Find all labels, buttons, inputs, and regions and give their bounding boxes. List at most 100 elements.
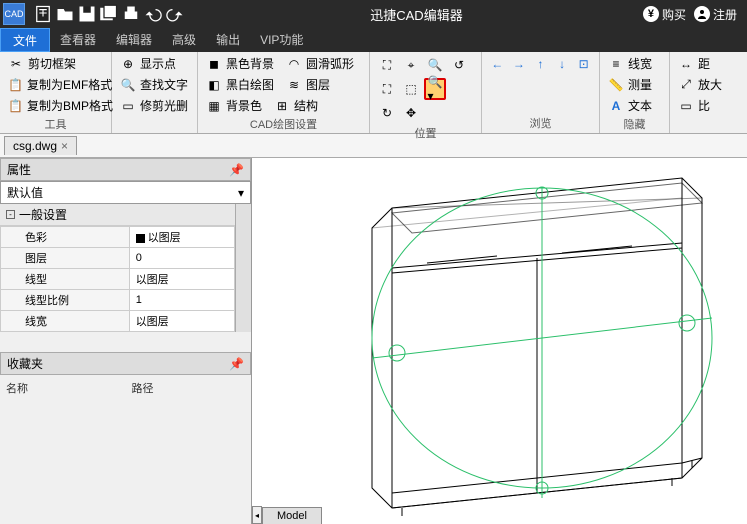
show-point-button[interactable]: ⊕显示点: [118, 54, 191, 73]
favorites-columns: 名称 路径: [0, 375, 251, 401]
col-name: 名称: [0, 378, 126, 398]
eraser-icon: ▭: [120, 98, 136, 114]
bgcolor-button[interactable]: ▦背景色: [204, 96, 264, 115]
nav-reset-icon[interactable]: ⊡: [574, 54, 593, 74]
struct-icon: ⊞: [274, 98, 290, 114]
menu-vip[interactable]: VIP功能: [250, 28, 313, 52]
tab-scroll-left[interactable]: ◂: [252, 506, 262, 524]
enlarge-icon: ⤢: [678, 77, 694, 93]
properties-table: 色彩以图层图层0线型以图层线型比例1线宽以图层: [0, 226, 235, 332]
menu-viewer[interactable]: 查看器: [50, 28, 106, 52]
drawing-canvas[interactable]: [252, 158, 747, 524]
nav-down-icon[interactable]: ↓: [553, 54, 572, 74]
redo-icon[interactable]: [165, 4, 185, 24]
zoom-extent-icon[interactable]: ⛶: [376, 54, 398, 76]
document-tabstrip: csg.dwg ×: [0, 134, 747, 158]
nav-up-icon[interactable]: ↑: [531, 54, 550, 74]
magnify-view-button[interactable]: 🔍▾: [424, 78, 446, 100]
pin-icon[interactable]: 📌: [229, 163, 244, 177]
bw-icon: ◧: [206, 77, 222, 93]
group-browse-label: 浏览: [488, 114, 593, 133]
copy-emf-button[interactable]: 📋复制为EMF格式: [6, 75, 105, 94]
document-tab[interactable]: csg.dwg ×: [4, 136, 77, 155]
scissors-icon: ✂: [8, 56, 24, 72]
scale-icon: ▭: [678, 98, 694, 114]
menu-file[interactable]: 文件: [0, 28, 50, 52]
layer-icon: ≋: [286, 77, 302, 93]
copy-bmp-button[interactable]: 📋复制为BMP格式: [6, 96, 105, 115]
blackbg-icon: ◼: [206, 56, 222, 72]
black-bg-button[interactable]: ◼黑色背景: [204, 54, 276, 73]
property-row[interactable]: 线型以图层: [1, 269, 235, 290]
app-icon: CAD: [3, 3, 25, 25]
struct-button[interactable]: ⊞结构: [272, 96, 320, 115]
scrollbar[interactable]: [235, 204, 251, 332]
general-settings-group[interactable]: - 一般设置: [0, 204, 235, 226]
group-cad-label: CAD绘图设置: [204, 115, 363, 134]
distance-icon: ↔: [678, 56, 694, 72]
trim-button[interactable]: ▭修剪光删: [118, 96, 191, 115]
bmp-icon: 📋: [8, 98, 23, 114]
emf-icon: 📋: [8, 77, 23, 93]
menu-editor[interactable]: 编辑器: [106, 28, 162, 52]
property-row[interactable]: 线宽以图层: [1, 311, 235, 332]
menu-output[interactable]: 输出: [206, 28, 250, 52]
rotate-icon[interactable]: ↻: [376, 102, 398, 124]
ribbon: ✂剪切框架 📋复制为EMF格式 📋复制为BMP格式 工具 ⊕显示点 🔍查找文字 …: [0, 52, 747, 134]
default-dropdown[interactable]: 默认值▾: [0, 181, 251, 204]
zoom-in-icon[interactable]: 🔍: [424, 54, 446, 76]
bw-draw-button[interactable]: ◧黑白绘图: [204, 75, 276, 94]
user-icon: [694, 6, 710, 22]
zoom-select-icon[interactable]: ⬚: [400, 78, 422, 100]
collapse-icon[interactable]: -: [6, 210, 15, 219]
close-tab-icon[interactable]: ×: [61, 139, 68, 153]
model-tab[interactable]: Model: [262, 507, 322, 524]
crop-frame-button[interactable]: ✂剪切框架: [6, 54, 105, 73]
buy-button[interactable]: ¥购买: [643, 6, 686, 23]
property-row[interactable]: 色彩以图层: [1, 227, 235, 248]
undo-icon[interactable]: [143, 4, 163, 24]
linewidth-button[interactable]: ≡线宽: [606, 54, 663, 73]
linewidth-icon: ≡: [608, 56, 624, 72]
distance-button[interactable]: ↔距: [676, 54, 741, 73]
text-icon: A: [608, 98, 624, 114]
property-row[interactable]: 图层0: [1, 248, 235, 269]
new-icon[interactable]: +: [33, 4, 53, 24]
chevron-down-icon: ▾: [238, 186, 244, 200]
pin-icon[interactable]: 📌: [229, 357, 244, 371]
open-icon[interactable]: [55, 4, 75, 24]
titlebar: CAD + 迅捷CAD编辑器 ¥购买 注册: [0, 0, 747, 28]
ruler-icon: 📏: [608, 77, 624, 93]
print-icon[interactable]: [121, 4, 141, 24]
document-name: csg.dwg: [13, 139, 57, 153]
scale-button[interactable]: ▭比: [676, 96, 741, 115]
register-button[interactable]: 注册: [694, 6, 737, 23]
menubar: 文件 查看器 编辑器 高级 输出 VIP功能: [0, 28, 747, 52]
col-path: 路径: [126, 378, 252, 398]
app-title: 迅捷CAD编辑器: [190, 5, 643, 24]
nav-left-icon[interactable]: ←: [488, 54, 507, 74]
arc-icon: ◠: [286, 56, 302, 72]
group-hide-label: 隐藏: [606, 115, 663, 134]
zoom-reset-icon[interactable]: ↺: [448, 54, 470, 76]
text-button[interactable]: A文本: [606, 96, 663, 115]
zoom-fit-icon[interactable]: ⛶: [376, 78, 398, 100]
layer-button[interactable]: ≋图层: [284, 75, 332, 94]
quick-access-toolbar: +: [28, 4, 190, 24]
enlarge-button[interactable]: ⤢放大: [676, 75, 741, 94]
left-panel: 属性 📌 默认值▾ - 一般设置 色彩以图层图层0线型以图层线型比例1线宽以图层…: [0, 158, 252, 524]
saveall-icon[interactable]: [99, 4, 119, 24]
nav-right-icon[interactable]: →: [510, 54, 529, 74]
group-tools-label: 工具: [6, 115, 105, 134]
find-text-button[interactable]: 🔍查找文字: [118, 75, 191, 94]
zoom-window-icon[interactable]: ⌖: [400, 54, 422, 76]
menu-advanced[interactable]: 高级: [162, 28, 206, 52]
arc-button[interactable]: ◠圆滑弧形: [284, 54, 356, 73]
properties-header: 属性 📌: [0, 158, 251, 181]
pan-icon[interactable]: ✥: [400, 102, 422, 124]
bgcolor-icon: ▦: [206, 98, 222, 114]
save-icon[interactable]: [77, 4, 97, 24]
measure-button[interactable]: 📏测量: [606, 75, 663, 94]
svg-text:+: +: [39, 5, 48, 22]
property-row[interactable]: 线型比例1: [1, 290, 235, 311]
